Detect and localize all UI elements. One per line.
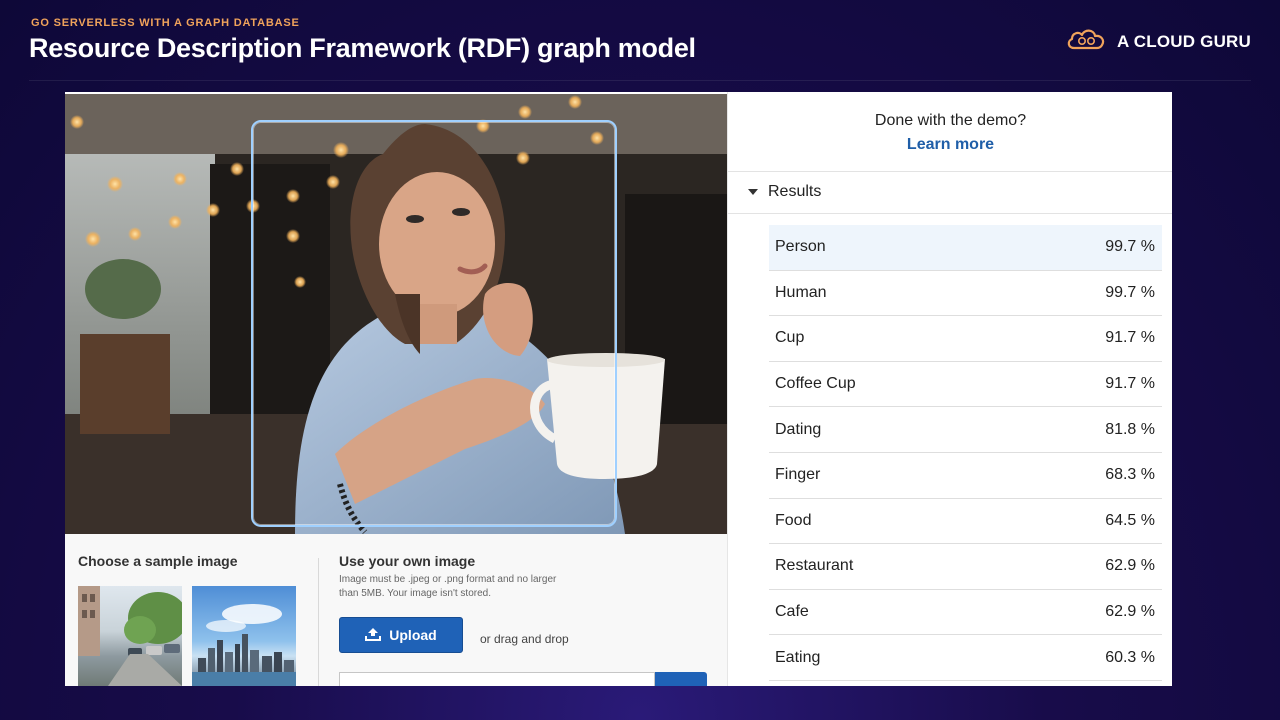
- brand-logo: A CLOUD GURU: [1065, 27, 1251, 56]
- sample-image-skyline[interactable]: [192, 586, 296, 686]
- result-row[interactable]: Human 99.7 %: [769, 271, 1162, 317]
- result-label: Finger: [775, 466, 821, 484]
- results-toggle[interactable]: Results: [748, 183, 821, 201]
- result-confidence: 99.7 %: [1105, 238, 1155, 256]
- url-submit-button[interactable]: [655, 672, 707, 686]
- results-label: Results: [768, 183, 822, 200]
- cloud-icon: [1065, 27, 1107, 56]
- result-confidence: 68.3 %: [1105, 466, 1155, 484]
- result-row[interactable]: Coffee Cup 91.7 %: [769, 362, 1162, 408]
- panel-divider: [728, 171, 1172, 172]
- header-divider: [29, 80, 1251, 81]
- result-label: Cup: [775, 329, 805, 347]
- upload-button[interactable]: Upload: [339, 617, 463, 653]
- section-divider: [318, 558, 319, 686]
- result-label: Food: [775, 511, 812, 529]
- result-row[interactable]: Eating 60.3 %: [769, 635, 1162, 681]
- image-url-input[interactable]: [339, 672, 655, 686]
- analyzed-photo: [65, 94, 727, 534]
- result-label: Cafe: [775, 603, 809, 621]
- drag-drop-hint: or drag and drop: [480, 632, 569, 646]
- own-image-hint: Image must be .jpeg or .png format and n…: [339, 574, 557, 599]
- result-row[interactable]: Finger 68.3 %: [769, 453, 1162, 499]
- learn-more-link[interactable]: Learn more: [728, 136, 1172, 154]
- result-label: Person: [775, 238, 826, 256]
- image-input-controls: Choose a sample image Use your own image…: [65, 534, 727, 686]
- result-row[interactable]: Cup 91.7 %: [769, 316, 1162, 362]
- result-label: Restaurant: [775, 557, 854, 575]
- results-list: Person 99.7 % Human 99.7 % Cup 91.7 % Co…: [769, 225, 1162, 681]
- result-row[interactable]: Food 64.5 %: [769, 499, 1162, 545]
- slide-title: Resource Description Framework (RDF) gra…: [29, 33, 696, 63]
- result-confidence: 60.3 %: [1105, 648, 1155, 666]
- upload-icon: [365, 627, 382, 644]
- result-label: Coffee Cup: [775, 375, 856, 393]
- result-confidence: 91.7 %: [1105, 375, 1155, 393]
- result-confidence: 62.9 %: [1105, 557, 1155, 575]
- result-row[interactable]: Person 99.7 %: [769, 225, 1162, 271]
- done-prompt: Done with the demo?: [874, 112, 1027, 129]
- brand-name: A CLOUD GURU: [1117, 31, 1251, 51]
- result-row[interactable]: Dating 81.8 %: [769, 407, 1162, 453]
- panel-divider: [728, 213, 1172, 214]
- sample-image-street[interactable]: [78, 586, 182, 686]
- result-confidence: 64.5 %: [1105, 511, 1155, 529]
- result-confidence: 99.7 %: [1105, 283, 1155, 301]
- sample-heading: Choose a sample image: [78, 553, 238, 569]
- result-row[interactable]: Cafe 62.9 %: [769, 590, 1162, 636]
- result-confidence: 62.9 %: [1105, 603, 1155, 621]
- result-confidence: 91.7 %: [1105, 329, 1155, 347]
- rekognition-demo: Choose a sample image Use your own image…: [65, 92, 1172, 686]
- result-label: Dating: [775, 420, 822, 438]
- result-confidence: 81.8 %: [1105, 420, 1155, 438]
- result-row[interactable]: Restaurant 62.9 %: [769, 544, 1162, 590]
- results-panel: Done with the demo? Learn more Results P…: [727, 92, 1172, 686]
- own-image-heading: Use your own image: [339, 553, 476, 569]
- result-label: Human: [775, 283, 827, 301]
- person-bounding-box: [251, 120, 617, 527]
- caret-down-icon: [748, 189, 758, 195]
- slide-eyebrow: GO SERVERLESS WITH A GRAPH DATABASE: [31, 17, 300, 29]
- upload-label: Upload: [389, 627, 437, 643]
- result-label: Eating: [775, 648, 821, 666]
